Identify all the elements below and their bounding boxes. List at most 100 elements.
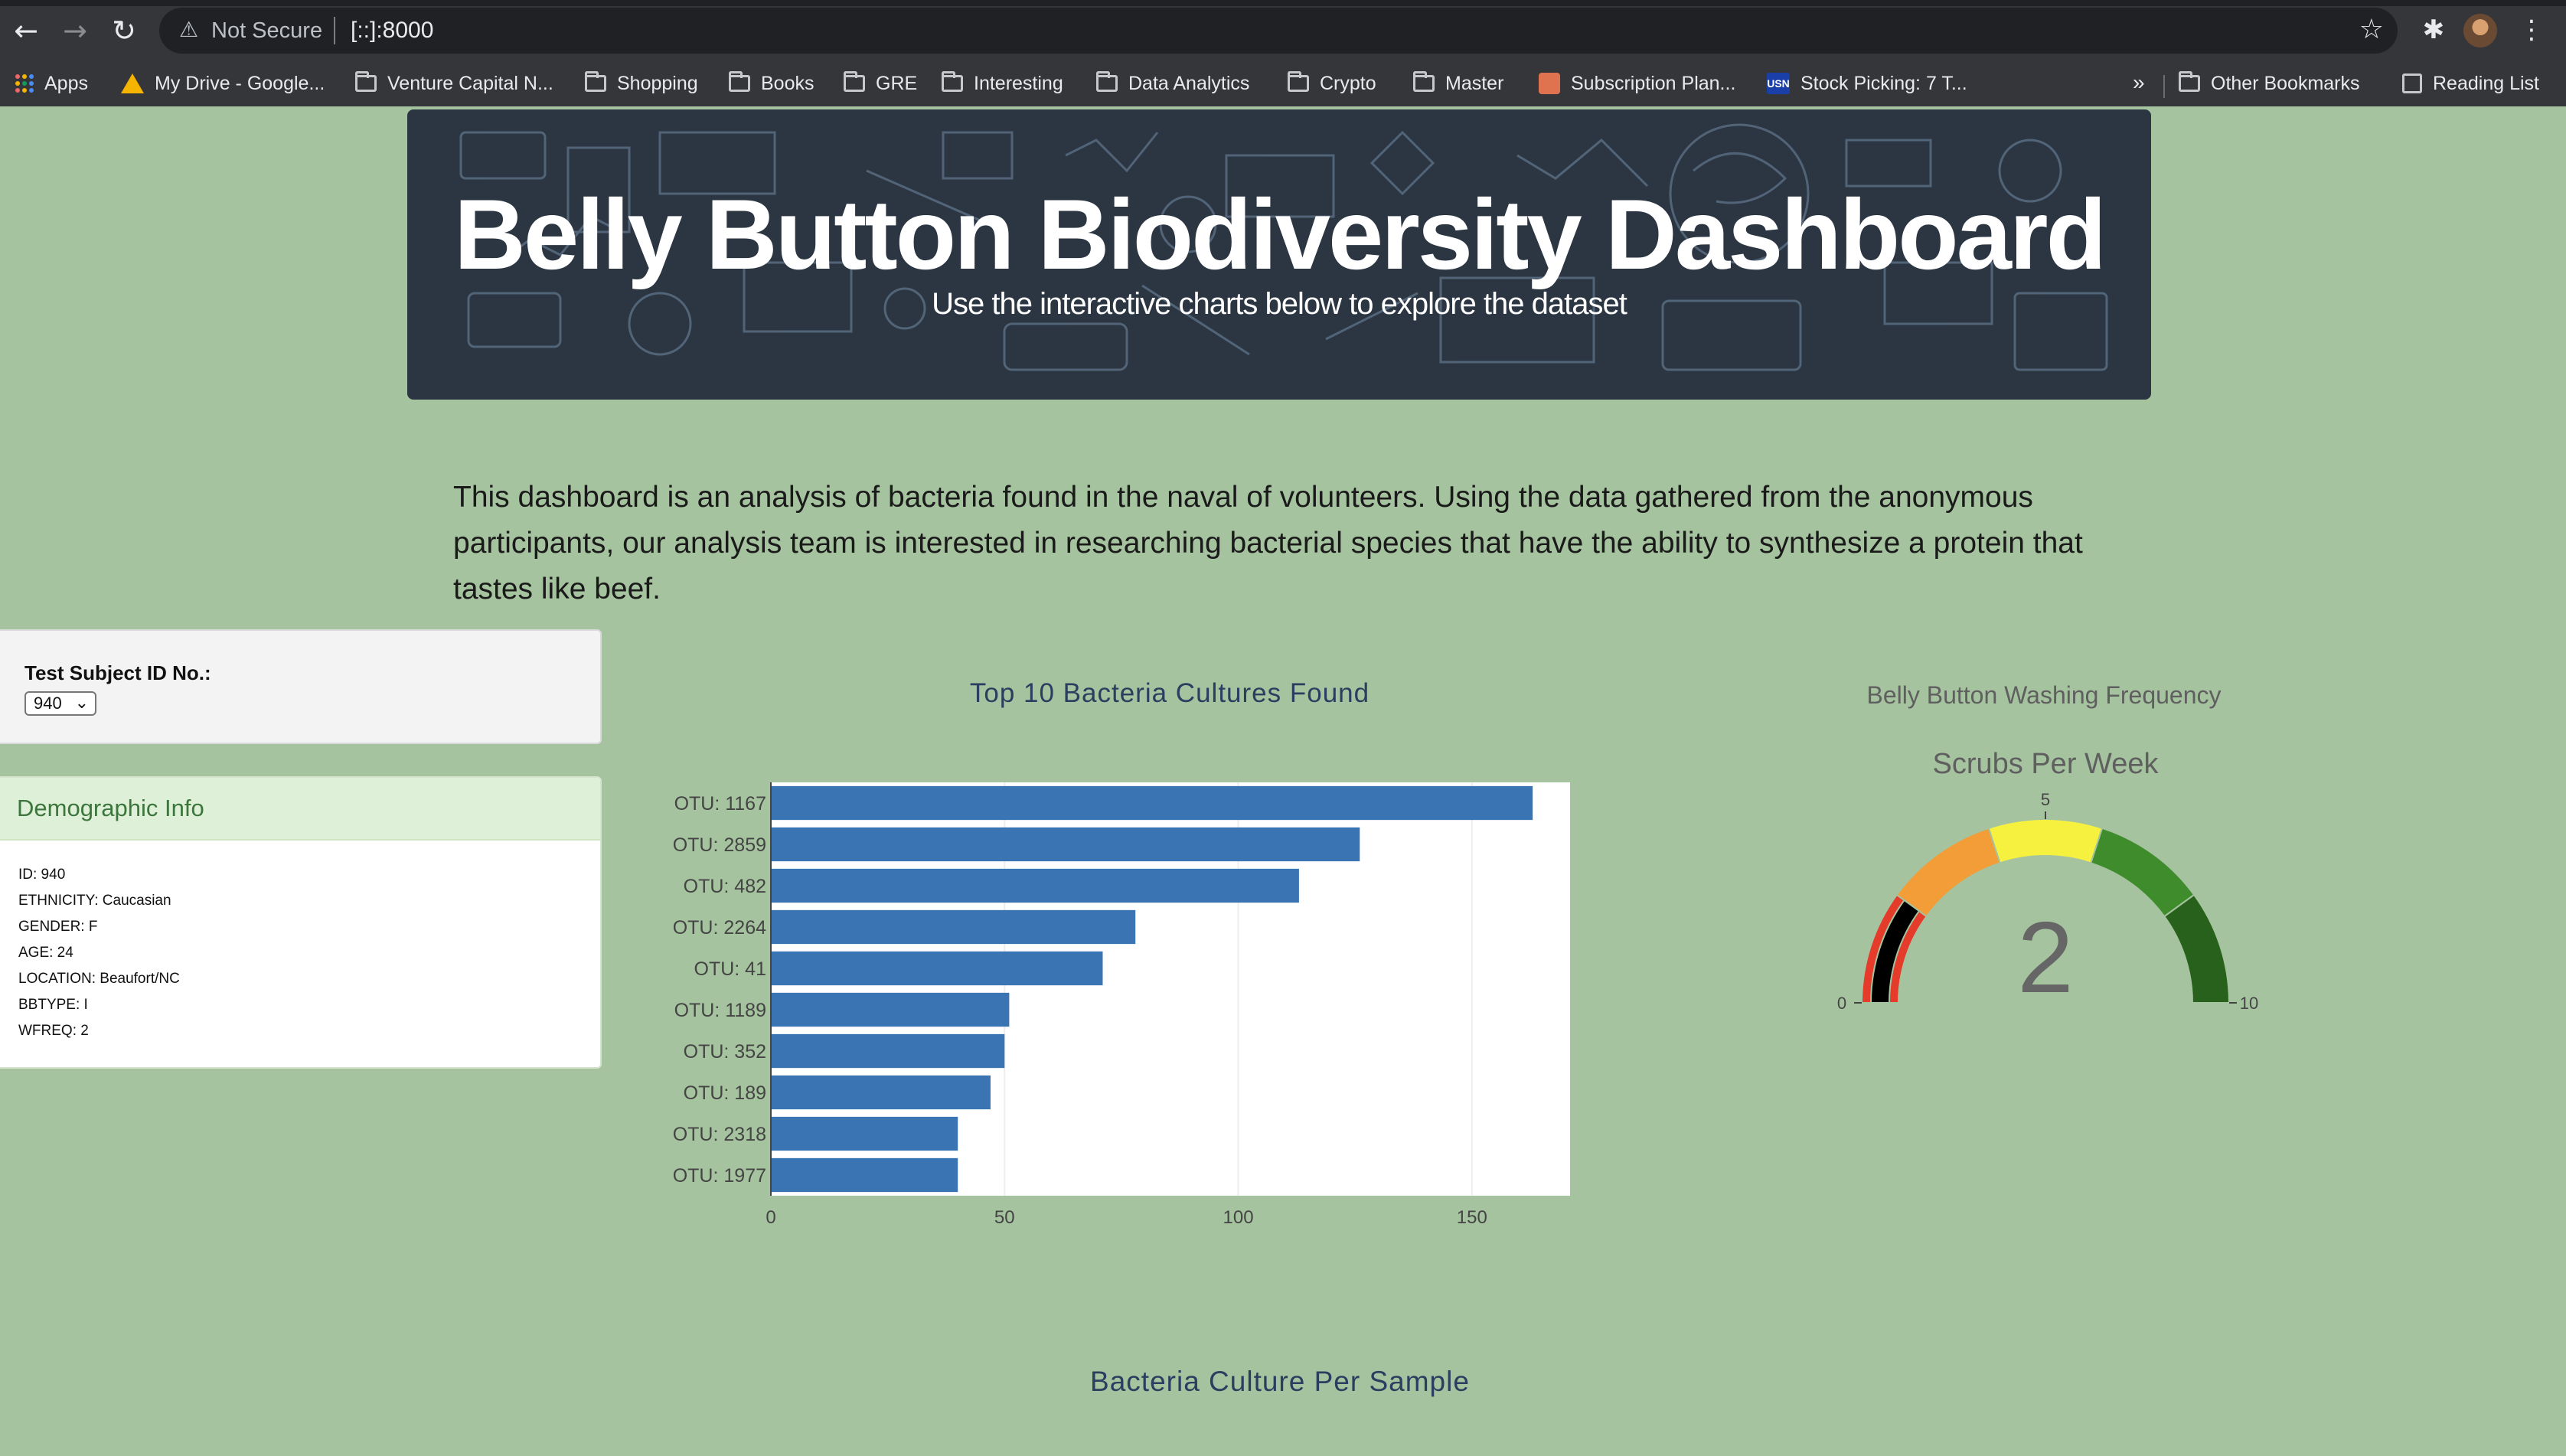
subject-selector-panel: Test Subject ID No.: 940 ⌄ [0,629,602,744]
bookmark-label: Crypto [1320,72,1376,94]
gauge-chart: Scrubs Per Week 0 5 10 2 [1837,748,2258,1014]
bar[interactable] [771,1157,958,1193]
tab-strip [0,0,2566,6]
warning-icon: ⚠ [179,17,199,42]
gauge-step [1895,827,2001,918]
folder-icon [585,71,606,92]
subscription-icon [1539,73,1560,94]
bar[interactable] [771,1116,958,1151]
intro-paragraph: This dashboard is an analysis of bacteri… [453,481,2083,606]
folder-icon [844,71,865,92]
reload-icon[interactable]: ↻ [104,11,144,51]
folder-icon [1288,71,1309,92]
url-text[interactable]: [::]:8000 [351,18,433,44]
y-tick-label: OTU: 2264 [673,917,766,939]
reading-list-button[interactable]: Reading List [2402,69,2539,98]
bookmark-label: Reading List [2433,72,2539,94]
bookmark-label: Other Bookmarks [2211,72,2360,94]
folder-icon [2179,71,2200,92]
more-bookmarks-chevron[interactable]: » [2133,70,2145,95]
x-tick-label: 100 [1223,1207,1254,1228]
gauge-step [2090,827,2195,918]
security-label: Not Secure [211,18,323,43]
bar[interactable] [771,951,1103,986]
gauge-subtitle: Scrubs Per Week [1933,748,2160,780]
y-tick-label: OTU: 189 [684,1082,766,1104]
bookmarks-bar: Apps My Drive - Google... Venture Capita… [0,61,2566,106]
bookmark-label: My Drive - Google... [155,72,325,94]
bar-chart[interactable]: 0 50 100 150 OTU: 1167 OTU: 2859 OTU: 482 OTU: … [643,773,1592,1232]
bar[interactable] [771,785,1533,821]
bookmark-label: Subscription Plan... [1571,72,1736,94]
bookmark-interesting[interactable]: Interesting [942,69,1063,98]
bookmark-shopping[interactable]: Shopping [585,69,698,98]
subject-id-select[interactable]: 940 ⌄ [24,691,96,716]
bookmark-star-icon[interactable]: ☆ [2359,14,2384,45]
bookmark-venture-capital[interactable]: Venture Capital N... [355,69,553,98]
x-tick-label: 50 [994,1207,1015,1228]
bookmark-my-drive[interactable]: My Drive - Google... [121,69,325,98]
bookmark-master[interactable]: Master [1413,69,1503,98]
bubble-chart-title: Bacteria Culture Per Sample [1090,1366,1470,1397]
reading-list-icon [2402,73,2422,93]
gauge-tick-label: 10 [2240,994,2258,1013]
forward-icon[interactable]: → [55,11,95,51]
demo-row: BBTYPE: I [18,997,88,1013]
bar[interactable] [771,868,1299,903]
browser-chrome: ← → ↻ ⚠ Not Secure [::]:8000 ☆ ✱ ⋮ Apps … [0,0,2566,106]
bookmark-gre[interactable]: GRE [844,69,917,98]
bookmark-other-bookmarks[interactable]: Other Bookmarks [2179,69,2360,98]
bookmark-apps[interactable]: Apps [15,69,88,98]
y-tick-label: OTU: 352 [684,1041,766,1063]
demo-row: ETHNICITY: Caucasian [18,893,171,909]
bar[interactable] [771,1075,991,1110]
x-tick-label: 0 [766,1207,775,1228]
y-tick-label: OTU: 1167 [674,793,766,815]
folder-icon [1413,71,1435,92]
demo-row: WFREQ: 2 [18,1023,89,1039]
selector-label: Test Subject ID No.: [24,661,211,684]
bookmark-crypto[interactable]: Crypto [1288,69,1376,98]
gauge-value-number: 2 [2017,901,2073,1014]
folder-icon [1096,71,1118,92]
bookmark-divider [2163,75,2165,98]
x-tick-label: 150 [1457,1207,1487,1228]
address-bar[interactable]: ⚠ Not Secure [::]:8000 ☆ [159,8,2398,54]
selected-subject-id: 940 [34,694,62,713]
folder-icon [942,71,963,92]
back-icon[interactable]: ← [6,11,46,51]
bookmark-label: Venture Capital N... [387,72,553,94]
y-tick-label: OTU: 41 [694,958,766,980]
bookmark-subscription-plan[interactable]: Subscription Plan... [1539,69,1735,98]
bookmark-label: Stock Picking: 7 T... [1800,72,1967,94]
bar[interactable] [771,909,1136,945]
y-tick-label: OTU: 2859 [673,834,766,856]
y-tick-label: OTU: 482 [684,876,766,897]
folder-icon [355,71,377,92]
demographic-list: ID: 940 ETHNICITY: Caucasian GENDER: F A… [0,841,600,1044]
gauge-step [1987,818,2104,864]
bookmark-label: GRE [876,72,918,94]
gauge-tick-label: 0 [1837,994,1846,1013]
demo-row: LOCATION: Beaufort/NC [18,971,180,987]
bar[interactable] [771,827,1360,862]
gauge-title: Belly Button Washing Frequency [1866,681,2222,709]
menu-kebab-icon[interactable]: ⋮ [2512,11,2551,49]
bar[interactable] [771,1033,1005,1069]
bar[interactable] [771,992,1010,1027]
apps-grid-icon [15,74,34,93]
profile-avatar[interactable] [2463,14,2497,47]
bookmark-books[interactable]: Books [729,69,814,98]
bookmark-label: Apps [44,72,88,94]
bar-chart-title: Top 10 Bacteria Cultures Found [969,678,1370,708]
demo-row: GENDER: F [18,919,98,935]
extensions-icon[interactable]: ✱ [2414,11,2453,49]
y-tick-label: OTU: 1189 [674,1000,766,1021]
bookmark-data-analytics[interactable]: Data Analytics [1096,69,1249,98]
bookmark-label: Shopping [617,72,698,94]
gauge-step [2163,893,2231,1004]
page-subtitle: Use the interactive charts below to expl… [932,287,1627,321]
bookmark-label: Books [761,72,815,94]
bookmark-stock-picking[interactable]: USN Stock Picking: 7 T... [1767,69,1967,98]
header-banner: Belly Button Biodiversity Dashboard Use … [407,109,2151,400]
